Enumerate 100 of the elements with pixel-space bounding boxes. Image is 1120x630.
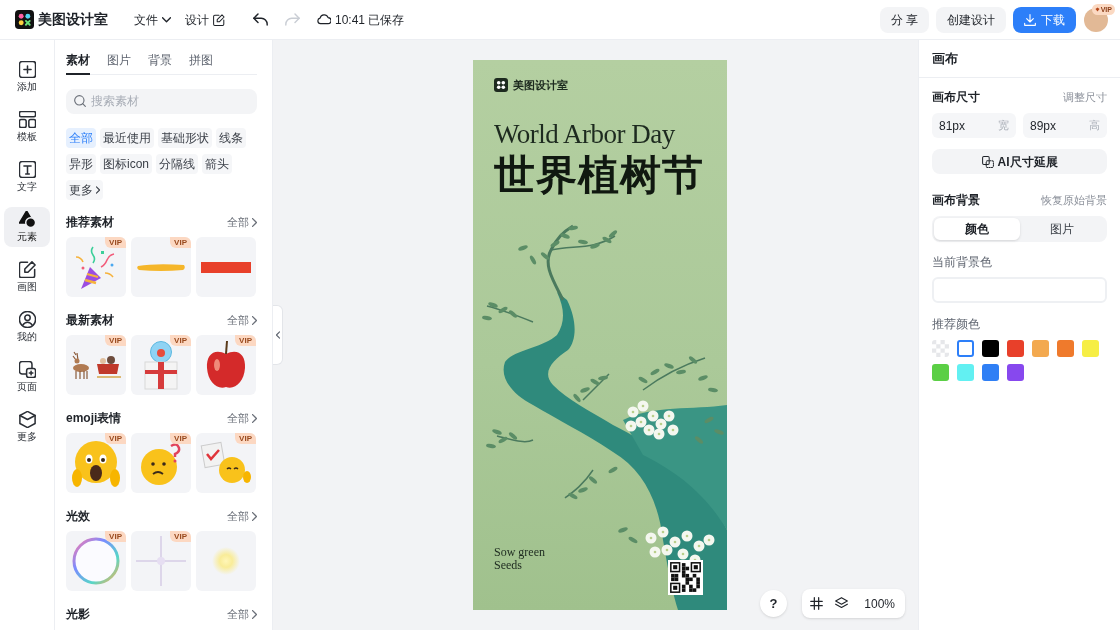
color-swatch[interactable] — [1082, 340, 1099, 357]
cloud-icon — [317, 14, 331, 25]
poster[interactable]: 美图设计室 World Arbor Day 世界植树节 Sow green Seeds — [473, 60, 727, 610]
create-design-button[interactable]: 创建设计 — [936, 6, 1006, 33]
menu-button[interactable]: 设计 — [181, 6, 229, 33]
vip-badge: VIP — [170, 335, 191, 346]
section-title: 光效 — [66, 508, 90, 525]
unit-label: 宽 — [998, 118, 1009, 134]
filter-chip[interactable]: 基础形状 — [158, 128, 212, 148]
poster-slogan: Sow green Seeds — [494, 546, 546, 572]
collapse-handle[interactable] — [273, 305, 283, 365]
filter-chip[interactable]: 分隔线 — [156, 154, 198, 174]
rail-item[interactable]: 文字 — [4, 157, 50, 197]
background-tab[interactable]: 图片 — [1019, 218, 1105, 240]
sticker-thumbnail[interactable]: VIP — [66, 531, 126, 591]
layout-icon — [18, 111, 36, 128]
color-swatch[interactable] — [957, 340, 974, 357]
filter-chip[interactable]: 线条 — [216, 128, 246, 148]
rail-item[interactable]: 更多 — [4, 407, 50, 447]
background-tab[interactable]: 颜色 — [934, 218, 1020, 240]
sticker-thumbnail[interactable]: VIP — [131, 335, 191, 395]
color-swatch[interactable] — [1007, 364, 1024, 381]
ai-extend-button[interactable]: AI尺寸延展 — [932, 149, 1107, 174]
rail-item[interactable]: 模板 — [4, 107, 50, 147]
filter-chip[interactable]: 异形 — [66, 154, 96, 174]
panel-tab[interactable]: 素材 — [66, 52, 90, 75]
rail-item[interactable]: 我的 — [4, 307, 50, 347]
panel-tab[interactable]: 图片 — [107, 52, 131, 75]
chevron-right-icon — [252, 511, 257, 521]
chevron-right-icon — [252, 413, 257, 423]
sticker-thumbnail[interactable]: VIP — [66, 433, 126, 493]
qr-code-icon — [668, 560, 703, 595]
panel-tab[interactable]: 背景 — [148, 52, 172, 75]
see-all-link[interactable]: 全部 — [227, 311, 257, 329]
sticker-thumbnail[interactable]: VIP — [196, 433, 256, 493]
checklist-emoji-icon — [200, 441, 252, 485]
height-field[interactable]: 89px 高 — [1023, 113, 1107, 138]
panel-title: 画布 — [932, 49, 958, 68]
glow-icon — [212, 547, 240, 575]
sticker-thumbnail[interactable]: VIP — [66, 237, 126, 297]
sticker-thumbnail[interactable] — [196, 237, 256, 297]
app-name: 美图设计室 — [38, 10, 108, 29]
poster-brand: 美图设计室 — [513, 78, 568, 93]
width-field[interactable]: 81px 宽 — [932, 113, 1016, 138]
brush-stroke-icon — [136, 262, 186, 272]
see-all-link[interactable]: 全部 — [227, 507, 257, 525]
see-all-link[interactable]: 全部 — [227, 605, 257, 623]
see-all-link[interactable]: 全部 — [227, 409, 257, 427]
share-button[interactable]: 分 享 — [879, 6, 929, 33]
color-swatch[interactable] — [1007, 340, 1024, 357]
color-swatch[interactable] — [1032, 340, 1049, 357]
color-swatch[interactable] — [1057, 340, 1074, 357]
vip-badge: VIP — [170, 531, 191, 542]
color-swatch[interactable] — [982, 340, 999, 357]
sticker-thumbnail[interactable]: VIP — [196, 335, 256, 395]
rail-item[interactable]: 页面 — [4, 357, 50, 397]
color-swatch[interactable] — [957, 364, 974, 381]
zoom-level[interactable]: 100% — [860, 594, 899, 613]
page-add-icon — [18, 361, 36, 378]
text-link[interactable]: 恢复原始背景 — [1041, 191, 1107, 209]
filter-chip[interactable]: 箭头 — [202, 154, 232, 174]
chevron-right-icon — [252, 609, 257, 619]
see-all-link[interactable]: 全部 — [227, 213, 257, 231]
panel-tab[interactable]: 拼图 — [189, 52, 213, 75]
color-swatch[interactable] — [932, 364, 949, 381]
filter-chip[interactable]: 图标icon — [100, 154, 152, 174]
vip-badge: VIP — [105, 335, 126, 346]
sticker-thumbnail[interactable] — [196, 531, 256, 591]
menu-button[interactable]: 文件 — [130, 6, 175, 33]
rail-item[interactable]: 元素 — [4, 207, 50, 247]
search-field[interactable]: 搜索素材 — [66, 88, 257, 114]
section-label: 画布背景 — [932, 192, 980, 209]
rail-item[interactable]: 画图 — [4, 257, 50, 297]
sticker-thumbnail[interactable]: VIP — [131, 531, 191, 591]
filter-chip[interactable]: 更多 — [66, 180, 103, 200]
download-icon — [1024, 13, 1036, 26]
transparent-swatch[interactable] — [932, 340, 949, 357]
save-status: 10:41 已保存 — [335, 11, 405, 29]
section-label: 画布尺寸 — [932, 89, 980, 106]
layers-icon[interactable] — [835, 597, 849, 610]
vip-badge: VIP — [235, 433, 256, 444]
sticker-thumbnail[interactable]: VIP — [66, 335, 126, 395]
logo-icon — [15, 10, 34, 29]
sticker-thumbnail[interactable]: VIP — [131, 237, 191, 297]
scared-emoji-icon — [71, 438, 121, 488]
chevron-left-icon — [275, 331, 280, 339]
filter-chip[interactable]: 最近使用 — [100, 128, 154, 148]
text-link[interactable]: 调整尺寸 — [1063, 88, 1107, 106]
color-swatch[interactable] — [982, 364, 999, 381]
sticker-thumbnail[interactable]: VIP — [131, 433, 191, 493]
undo-icon[interactable] — [253, 13, 268, 26]
grid-icon[interactable] — [810, 597, 824, 610]
rectangle-shape-icon — [201, 261, 251, 273]
section-title: 光影 — [66, 606, 90, 623]
field-value: 81px — [939, 117, 966, 135]
cube-icon — [18, 411, 36, 428]
rail-item[interactable]: 添加 — [4, 57, 50, 97]
download-button[interactable]: 下载 — [1013, 6, 1076, 33]
shapes-icon — [18, 211, 36, 228]
help-button[interactable]: ? — [760, 590, 787, 617]
